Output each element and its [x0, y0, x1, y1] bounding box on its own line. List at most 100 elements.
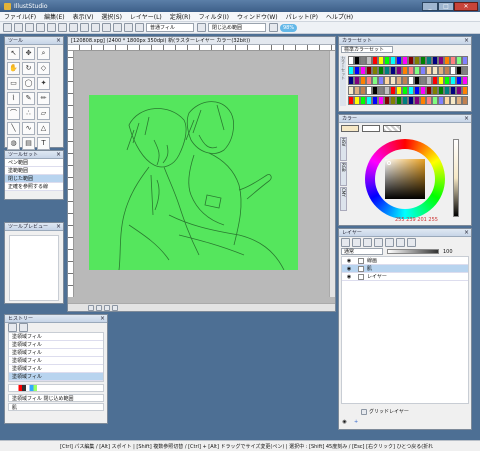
blend-mode-select[interactable]: 通常: [341, 248, 383, 255]
redo-icon[interactable]: [47, 23, 56, 32]
grid-layer-row[interactable]: グリッドレイヤー: [341, 407, 471, 416]
color-swatch[interactable]: [462, 86, 468, 95]
close-icon[interactable]: ×: [464, 37, 469, 44]
color-mode-tab[interactable]: HSV: [340, 137, 347, 161]
nav-first-icon[interactable]: [88, 304, 94, 311]
minimize-button[interactable]: _: [422, 1, 438, 11]
menu-item[interactable]: 選択(S): [97, 12, 126, 21]
open-icon[interactable]: [14, 23, 23, 32]
gradient-tool-icon[interactable]: ▤: [22, 137, 35, 150]
save-icon[interactable]: [25, 23, 34, 32]
shape-tool-icon[interactable]: △: [37, 122, 50, 135]
zoom-tool-icon[interactable]: ⌕: [37, 47, 50, 60]
menu-item[interactable]: ヘルプ(H): [322, 12, 357, 21]
document-tab[interactable]: [120808.xpg] (2400 * 1800px 350dpi) 新(ラス…: [68, 37, 335, 45]
close-icon[interactable]: ×: [56, 151, 61, 158]
layer-row[interactable]: ◉ 線画: [342, 257, 468, 265]
subtool-item[interactable]: 閉じた範囲: [5, 175, 63, 183]
copy-icon[interactable]: [69, 23, 78, 32]
subtool-item[interactable]: ペン範囲: [5, 159, 63, 167]
eye-icon[interactable]: ◉: [345, 273, 353, 280]
colorset-side-tab[interactable]: カラーセット: [340, 56, 346, 106]
text-tool-icon[interactable]: T: [37, 137, 50, 150]
bucket-icon[interactable]: [197, 23, 206, 32]
color-swatch[interactable]: [462, 56, 468, 65]
opacity-slider[interactable]: [387, 249, 439, 254]
scrollbar-horizontal[interactable]: [68, 303, 335, 311]
menu-item[interactable]: フィルタ(I): [195, 12, 233, 21]
undo-icon[interactable]: [36, 23, 45, 32]
main-color-swatch[interactable]: [341, 124, 359, 132]
close-icon[interactable]: ×: [100, 315, 105, 322]
pencil-icon[interactable]: ✏: [37, 92, 50, 105]
magic-wand-icon[interactable]: ✦: [37, 77, 50, 90]
add-layer-plus[interactable]: +: [354, 419, 358, 425]
copy-layer-icon[interactable]: [374, 237, 383, 247]
menu-item[interactable]: ファイル(F): [0, 12, 40, 21]
line-tool-icon[interactable]: ╲: [7, 122, 20, 135]
saturation-value-square[interactable]: [385, 159, 425, 199]
history-item[interactable]: 塗領域フィル: [9, 349, 103, 357]
menu-item[interactable]: 表示(V): [69, 12, 98, 21]
subtool-item[interactable]: 塗範範囲: [5, 167, 63, 175]
menu-item[interactable]: ウィンドウ(W): [233, 12, 282, 21]
brush-icon[interactable]: ⌒: [7, 107, 20, 120]
close-icon[interactable]: ×: [56, 223, 61, 230]
history-item[interactable]: 塗領域フィル: [9, 357, 103, 365]
history-item[interactable]: 塗領域フィル: [9, 365, 103, 373]
cut-icon[interactable]: [58, 23, 67, 32]
history-redo-icon[interactable]: [19, 323, 28, 332]
settings-icon[interactable]: [269, 23, 278, 32]
close-icon[interactable]: ×: [56, 37, 61, 44]
vector-layer-icon[interactable]: [352, 237, 361, 247]
close-icon[interactable]: ×: [464, 115, 469, 122]
subtool-item[interactable]: 正確を参照する線: [5, 183, 63, 191]
color-swatch[interactable]: [462, 76, 468, 85]
nav-next-icon[interactable]: [104, 304, 110, 311]
history-item[interactable]: 塗領域フィル: [9, 341, 103, 349]
move-tool-icon[interactable]: ✥: [22, 47, 35, 60]
eye-icon[interactable]: ◉: [341, 419, 348, 425]
scrollbar-vertical[interactable]: [329, 51, 335, 297]
pen-icon[interactable]: ✎: [22, 92, 35, 105]
color-mode-tab[interactable]: CMY: [340, 187, 347, 211]
color-mode-tab[interactable]: RGB: [340, 162, 347, 186]
sub-color-swatch[interactable]: [362, 124, 380, 132]
merge-icon[interactable]: [385, 237, 394, 247]
object-tool-icon[interactable]: ◇: [37, 62, 50, 75]
history-undo-icon[interactable]: [8, 323, 17, 332]
nav-last-icon[interactable]: [112, 304, 118, 311]
layer-row[interactable]: ◉ 肌: [342, 265, 468, 273]
eraser-icon[interactable]: ▱: [37, 107, 50, 120]
history-item[interactable]: 塗領域フィル: [9, 333, 103, 341]
new-layer-icon[interactable]: [341, 237, 350, 247]
folder-icon[interactable]: [363, 237, 372, 247]
flip-icon[interactable]: [113, 23, 122, 32]
new-file-icon[interactable]: [3, 23, 12, 32]
close-icon[interactable]: ×: [464, 229, 469, 236]
curve-tool-icon[interactable]: ∿: [22, 122, 35, 135]
canvas[interactable]: [89, 95, 298, 270]
airbrush-icon[interactable]: ∴: [22, 107, 35, 120]
history-item[interactable]: 塗領域フィル: [9, 373, 103, 381]
hand-icon[interactable]: [124, 23, 133, 32]
lasso-icon[interactable]: ◯: [22, 77, 35, 90]
area-mode-select[interactable]: 閉じ込め範囲: [208, 23, 266, 32]
eye-icon[interactable]: ◉: [345, 265, 353, 272]
color-picker-handle[interactable]: [387, 161, 391, 165]
mask-icon[interactable]: [396, 237, 405, 247]
eye-icon[interactable]: ◉: [345, 257, 353, 264]
color-swatch[interactable]: [462, 66, 468, 75]
value-slider[interactable]: [453, 139, 459, 217]
rotate-icon[interactable]: [102, 23, 111, 32]
select-tool-icon[interactable]: ↖: [7, 47, 20, 60]
delete-layer-icon[interactable]: [407, 237, 416, 247]
color-swatch[interactable]: [462, 96, 468, 105]
rotate-tool-icon[interactable]: ↻: [22, 62, 35, 75]
layer-row[interactable]: ◉ レイヤー: [342, 273, 468, 281]
menu-item[interactable]: パレット(P): [282, 12, 322, 21]
menu-item[interactable]: 編集(E): [40, 12, 68, 21]
hue-ring[interactable]: [365, 139, 445, 219]
nav-prev-icon[interactable]: [96, 304, 102, 311]
transparent-swatch[interactable]: [383, 124, 401, 132]
